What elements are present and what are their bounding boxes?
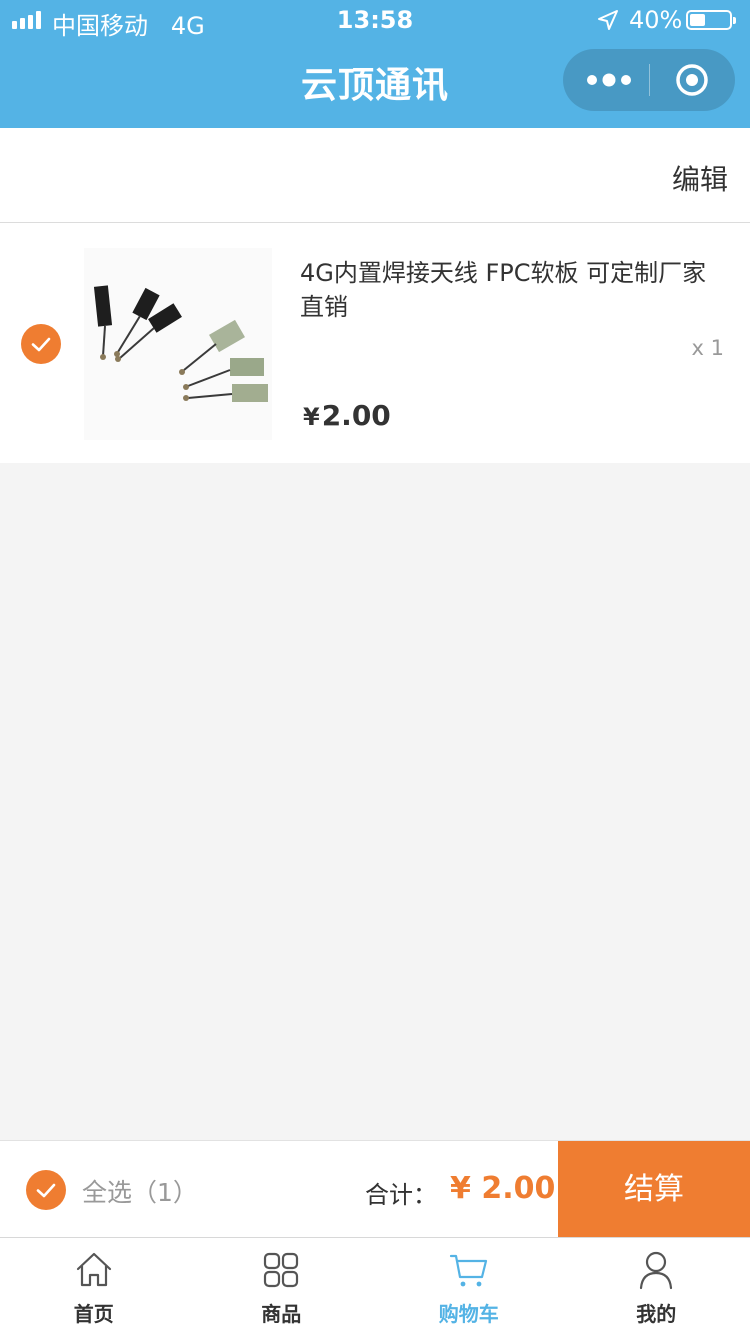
user-icon bbox=[636, 1250, 676, 1290]
item-price: ¥2.00 bbox=[303, 399, 391, 432]
select-all-label[interactable]: 全选（1） bbox=[82, 1173, 198, 1209]
tab-home[interactable]: 首页 bbox=[0, 1238, 188, 1335]
tab-cart[interactable]: 购物车 bbox=[375, 1238, 563, 1335]
total-label: 合计： bbox=[365, 1175, 437, 1210]
antenna-image bbox=[84, 248, 272, 440]
tab-products[interactable]: 商品 bbox=[188, 1238, 376, 1335]
home-icon bbox=[74, 1250, 114, 1290]
product-title[interactable]: 4G内置焊接天线 FPC软板 可定制厂家直销 bbox=[300, 256, 720, 324]
checkmark-icon bbox=[26, 1170, 66, 1210]
more-dots-icon[interactable] bbox=[585, 67, 633, 93]
battery-icon bbox=[686, 10, 732, 30]
item-quantity: x 1 bbox=[692, 336, 724, 360]
capsule-divider bbox=[649, 64, 650, 96]
app-header: 中国移动 4G 13:58 40% 云顶通讯 bbox=[0, 0, 750, 128]
location-arrow-icon bbox=[596, 8, 620, 32]
edit-button[interactable]: 编辑 bbox=[672, 158, 728, 198]
target-circle-icon[interactable] bbox=[675, 63, 709, 97]
grid-icon bbox=[261, 1250, 301, 1290]
miniprogram-capsule bbox=[563, 49, 735, 111]
battery-percent: 40% bbox=[629, 6, 682, 34]
tab-me[interactable]: 我的 bbox=[563, 1238, 750, 1335]
cart-toolbar: 编辑 bbox=[0, 128, 750, 223]
tab-bar: 首页 商品 购物车 我的 bbox=[0, 1237, 750, 1335]
product-image[interactable] bbox=[84, 248, 272, 440]
status-bar: 中国移动 4G 13:58 40% bbox=[0, 0, 750, 40]
select-all-checkbox[interactable] bbox=[26, 1170, 66, 1210]
cart-item[interactable]: 4G内置焊接天线 FPC软板 可定制厂家直销 x 1 ¥2.00 bbox=[0, 223, 750, 463]
tab-products-label: 商品 bbox=[188, 1298, 376, 1327]
tab-cart-label: 购物车 bbox=[375, 1298, 563, 1327]
cart-icon bbox=[449, 1250, 489, 1290]
total-amount: ¥ 2.00 bbox=[450, 1171, 555, 1206]
price-value: 2.00 bbox=[322, 399, 391, 432]
checkmark-icon bbox=[21, 324, 61, 364]
tab-me-label: 我的 bbox=[563, 1298, 750, 1327]
settle-button[interactable]: 结算 bbox=[558, 1141, 750, 1238]
tab-home-label: 首页 bbox=[0, 1298, 188, 1327]
currency-symbol: ¥ bbox=[303, 403, 320, 431]
item-checkbox[interactable] bbox=[21, 324, 61, 364]
checkout-bar: 全选（1） 合计： ¥ 2.00 结算 bbox=[0, 1140, 750, 1238]
